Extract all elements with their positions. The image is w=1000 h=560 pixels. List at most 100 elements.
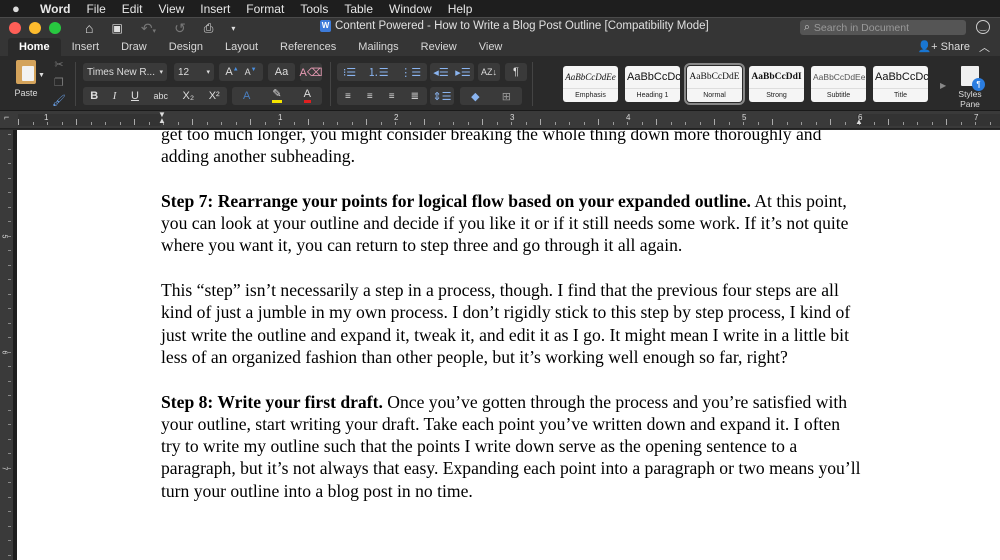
- font-name-value: Times New R...: [87, 66, 155, 78]
- menu-edit[interactable]: Edit: [122, 2, 143, 16]
- align-center-icon[interactable]: ≡: [367, 91, 373, 102]
- ruler-label: 5: [742, 113, 747, 122]
- menu-table[interactable]: Table: [344, 2, 373, 16]
- justify-icon[interactable]: ≣: [411, 91, 419, 102]
- line-spacing-button[interactable]: ⇕☰: [430, 87, 454, 105]
- numbering-icon[interactable]: ⒈☰: [368, 64, 389, 80]
- ruler-tick: [380, 122, 382, 125]
- share-button[interactable]: 👤+ Share: [917, 40, 970, 53]
- font-size-select[interactable]: 12 ▾: [174, 63, 214, 81]
- tab-home[interactable]: Home: [8, 38, 61, 56]
- tab-references[interactable]: References: [269, 38, 347, 56]
- tab-layout[interactable]: Layout: [214, 38, 269, 56]
- menu-word[interactable]: Word: [40, 2, 70, 16]
- paste-button[interactable]: ▼ Paste: [8, 60, 45, 98]
- style-strong[interactable]: AaBbCcDdI Strong: [749, 66, 804, 102]
- style-emphasis[interactable]: AaBbCcDdEe Emphasis: [563, 66, 618, 102]
- menu-window[interactable]: Window: [389, 2, 432, 16]
- paste-dropdown-icon[interactable]: ▼: [38, 72, 45, 79]
- increase-indent-icon[interactable]: ▸☰: [455, 66, 470, 79]
- redo-icon[interactable]: ↺: [174, 20, 186, 37]
- feedback-smiley-icon[interactable]: ‿: [976, 20, 990, 34]
- search-in-document-field[interactable]: ⌕ Search in Document: [800, 20, 966, 35]
- first-line-indent-marker[interactable]: ▼ ▲: [158, 111, 166, 125]
- ruler-tick: [308, 119, 309, 125]
- ruler-tick: [8, 380, 11, 382]
- highlight-color-icon[interactable]: ✎: [272, 89, 282, 103]
- ruler-tick: [8, 322, 11, 324]
- style-heading-1[interactable]: AaBbCcDc Heading 1: [625, 66, 680, 102]
- italic-button[interactable]: I: [113, 90, 117, 102]
- menu-help[interactable]: Help: [448, 2, 473, 16]
- document-body[interactable]: get too much longer, you might consider …: [161, 130, 861, 524]
- styles-pane-icon: [961, 66, 985, 91]
- horizontal-ruler[interactable]: ⌐ 1 1 2 3 4 5 6 7 ▼ ▲ ▲: [0, 111, 1000, 129]
- indent-buttons: ◂☰ ▸☰: [430, 63, 474, 81]
- bullets-icon[interactable]: ⁝☰: [343, 66, 356, 79]
- tab-view[interactable]: View: [468, 38, 514, 56]
- ruler-tick: [424, 119, 425, 125]
- font-color-icon[interactable]: A: [303, 89, 311, 103]
- minimize-window-button[interactable]: [29, 22, 41, 34]
- shading-icon[interactable]: ◆: [471, 90, 479, 103]
- vertical-ruler[interactable]: 5 6 7: [0, 130, 13, 560]
- style-label: Strong: [749, 88, 804, 102]
- menu-insert[interactable]: Insert: [200, 2, 230, 16]
- menu-file[interactable]: File: [86, 2, 105, 16]
- shrink-font-icon[interactable]: A▼: [245, 67, 257, 77]
- alignment-buttons: ≡ ≡ ≡ ≣: [337, 87, 427, 105]
- text-effects-icon[interactable]: A: [243, 90, 250, 102]
- font-name-select[interactable]: Times New R... ▾: [83, 63, 167, 81]
- bold-button[interactable]: B: [90, 90, 98, 102]
- apple-logo-icon[interactable]: ●: [12, 1, 26, 16]
- clear-formatting-button[interactable]: A⌫: [300, 63, 322, 81]
- styles-pane-button[interactable]: Styles Pane: [955, 66, 985, 109]
- strikethrough-button[interactable]: abc: [153, 91, 168, 101]
- format-painter-icon[interactable]: 🖌: [52, 94, 66, 107]
- chevron-down-icon: ▾: [159, 69, 163, 76]
- ruler-tick: [32, 122, 34, 125]
- ruler-tick: [8, 134, 11, 135]
- divider: [330, 62, 331, 106]
- collapse-ribbon-icon[interactable]: ︿: [979, 39, 990, 55]
- paragraph-step-7: Step 7: Rearrange your points for logica…: [161, 190, 861, 257]
- underline-button[interactable]: U: [131, 90, 139, 102]
- align-right-icon[interactable]: ≡: [389, 91, 395, 102]
- tab-mailings[interactable]: Mailings: [347, 38, 409, 56]
- grow-font-icon[interactable]: A▲: [225, 66, 238, 78]
- customize-toolbar-icon[interactable]: ▾: [231, 24, 235, 33]
- close-window-button[interactable]: [9, 22, 21, 34]
- menu-tools[interactable]: Tools: [300, 2, 328, 16]
- right-indent-marker[interactable]: ▲: [855, 117, 863, 126]
- sort-button[interactable]: AZ↓: [478, 63, 500, 81]
- decrease-indent-icon[interactable]: ◂☰: [433, 66, 448, 79]
- tab-insert[interactable]: Insert: [61, 38, 111, 56]
- menu-view[interactable]: View: [158, 2, 184, 16]
- cut-icon[interactable]: ✂: [54, 58, 63, 71]
- tab-draw[interactable]: Draw: [110, 38, 158, 56]
- multilevel-list-icon[interactable]: ⋮☰: [400, 66, 421, 79]
- save-icon[interactable]: ▣: [111, 21, 122, 35]
- menu-format[interactable]: Format: [246, 2, 284, 16]
- document-page[interactable]: get too much longer, you might consider …: [17, 130, 1000, 560]
- show-formatting-button[interactable]: ¶: [505, 63, 527, 81]
- tab-design[interactable]: Design: [158, 38, 214, 56]
- superscript-button[interactable]: X²: [209, 90, 220, 102]
- align-left-icon[interactable]: ≡: [345, 91, 351, 102]
- style-title[interactable]: AaBbCcDc Title: [873, 66, 928, 102]
- home-icon[interactable]: ⌂: [85, 20, 93, 36]
- ruler-tick: [351, 122, 353, 125]
- change-case-button[interactable]: Aa: [268, 63, 295, 81]
- undo-icon[interactable]: ↶▾: [141, 20, 156, 37]
- zoom-window-button[interactable]: [49, 22, 61, 34]
- style-subtitle[interactable]: AaBbCcDdEe Subtitle: [811, 66, 866, 102]
- tab-review[interactable]: Review: [410, 38, 468, 56]
- tab-stop-selector-icon[interactable]: ⌐: [4, 112, 9, 122]
- print-icon[interactable]: ⎙: [204, 21, 214, 36]
- copy-icon[interactable]: ❐: [54, 76, 64, 89]
- style-normal[interactable]: AaBbCcDdE Normal: [684, 63, 745, 105]
- styles-next-arrow-icon[interactable]: ▶: [940, 81, 946, 90]
- subscript-button[interactable]: X₂: [183, 90, 195, 102]
- borders-icon[interactable]: ⊞: [502, 90, 511, 103]
- style-label: Normal: [687, 88, 742, 102]
